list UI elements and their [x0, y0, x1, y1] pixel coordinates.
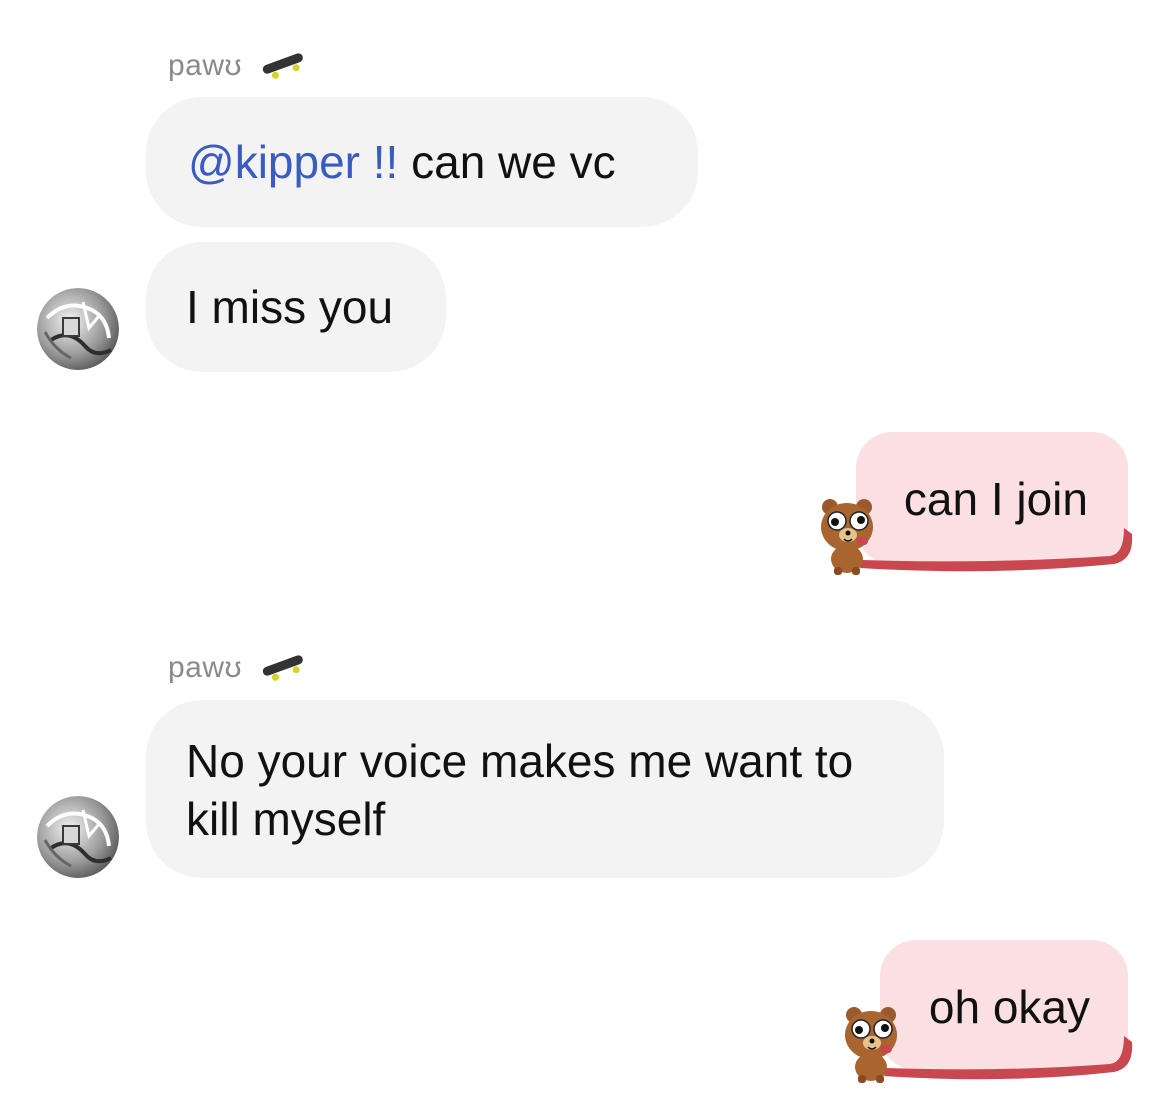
user-mention[interactable]: @kipper !!: [188, 136, 398, 188]
skateboard-icon: [258, 47, 308, 86]
message-text: can we vc: [398, 136, 616, 188]
message-text: I miss you: [186, 281, 394, 333]
sender-name[interactable]: pawʊ: [168, 49, 242, 83]
skateboard-icon: [258, 649, 308, 688]
message-bubble-incoming[interactable]: I miss you: [146, 242, 446, 372]
message-text: oh okay: [928, 981, 1090, 1033]
sender-name[interactable]: pawʊ: [168, 651, 242, 685]
avatar[interactable]: [37, 288, 119, 370]
bubble-tail-decoration: [884, 1036, 1133, 1080]
bear-sticker-icon: [816, 497, 880, 582]
message-text: No your voice makes me want to kill myse…: [186, 735, 854, 845]
sender-row: pawʊ: [168, 46, 308, 86]
message-bubble-incoming[interactable]: No your voice makes me want to kill myse…: [146, 700, 944, 878]
message-text: can I join: [903, 473, 1088, 525]
bubble-tail-decoration: [860, 528, 1133, 572]
avatar[interactable]: [37, 796, 119, 878]
sender-row: pawʊ: [168, 648, 308, 688]
message-bubble-incoming[interactable]: @kipper !! can we vc: [146, 97, 698, 227]
bear-sticker-icon: [840, 1005, 904, 1090]
